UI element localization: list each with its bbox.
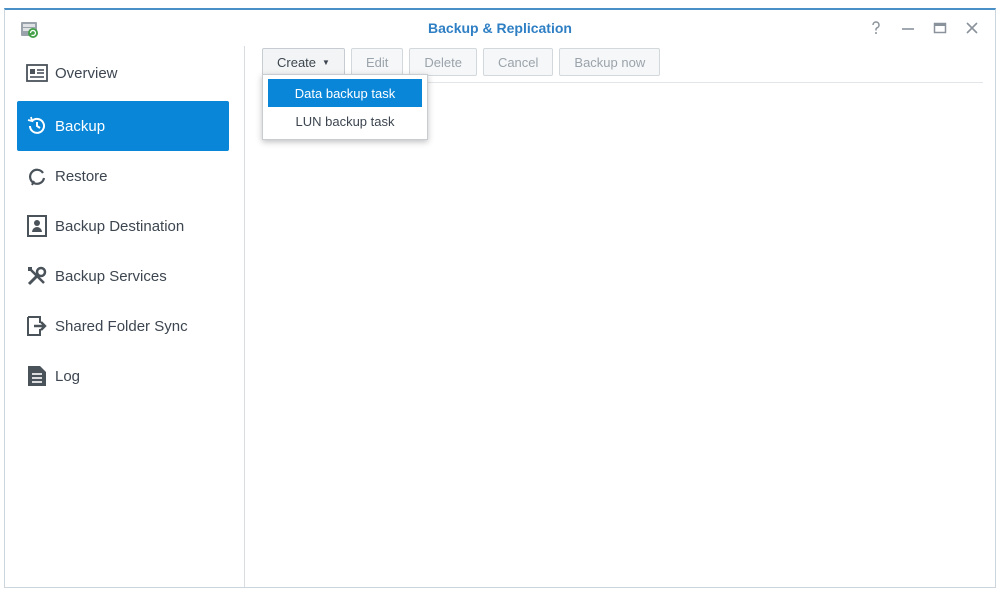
sidebar-item-shared-folder-sync[interactable]: Shared Folder Sync	[17, 301, 229, 351]
sidebar-item-restore[interactable]: Restore	[17, 151, 229, 201]
app-window: Backup & Replication Overview Backup Res…	[4, 8, 996, 588]
sidebar-item-label: Shared Folder Sync	[55, 317, 188, 335]
delete-button[interactable]: Delete	[409, 48, 477, 76]
toolbar: Create ▼ Edit Delete Cancel Backup now	[262, 48, 661, 76]
sidebar-item-label: Backup Services	[55, 267, 167, 285]
create-dropdown-menu: Data backup task LUN backup task	[262, 74, 428, 140]
sidebar-item-log[interactable]: Log	[17, 351, 229, 401]
menu-item-lun-backup-task[interactable]: LUN backup task	[268, 107, 422, 135]
minimize-icon[interactable]	[899, 19, 917, 37]
title-bar[interactable]: Backup & Replication	[5, 10, 995, 46]
log-icon	[25, 364, 49, 388]
sidebar-item-backup-destination[interactable]: Backup Destination	[17, 201, 229, 251]
sidebar-item-label: Backup	[55, 117, 106, 135]
edit-button[interactable]: Edit	[350, 48, 404, 76]
backup-destination-icon	[25, 214, 49, 238]
restore-icon	[25, 164, 49, 188]
sidebar-item-label: Log	[55, 367, 81, 385]
sidebar-item-label: Restore	[55, 167, 108, 185]
backup-now-button[interactable]: Backup now	[559, 48, 661, 76]
cancel-button[interactable]: Cancel	[482, 48, 554, 76]
window-title: Backup & Replication	[428, 20, 572, 36]
close-icon[interactable]	[963, 19, 981, 37]
wrench-screwdriver-icon	[25, 264, 49, 288]
sidebar: Overview Backup Restore Backup Destinati…	[5, 46, 245, 587]
help-icon[interactable]	[867, 19, 885, 37]
sidebar-item-overview[interactable]: Overview	[17, 48, 229, 98]
sidebar-item-backup[interactable]: Backup	[17, 101, 229, 151]
sidebar-item-backup-services[interactable]: Backup Services	[17, 251, 229, 301]
create-button[interactable]: Create ▼	[262, 48, 345, 76]
sidebar-item-label: Overview	[55, 64, 118, 82]
overview-icon	[25, 61, 49, 85]
main-panel: Create ▼ Edit Delete Cancel Backup now D…	[246, 46, 995, 587]
backup-clock-icon	[25, 114, 49, 138]
maximize-icon[interactable]	[931, 19, 949, 37]
folder-sync-icon	[25, 314, 49, 338]
caret-down-icon: ▼	[322, 57, 330, 67]
menu-item-data-backup-task[interactable]: Data backup task	[268, 79, 422, 107]
sidebar-item-label: Backup Destination	[55, 217, 185, 235]
create-button-label: Create	[277, 54, 317, 70]
